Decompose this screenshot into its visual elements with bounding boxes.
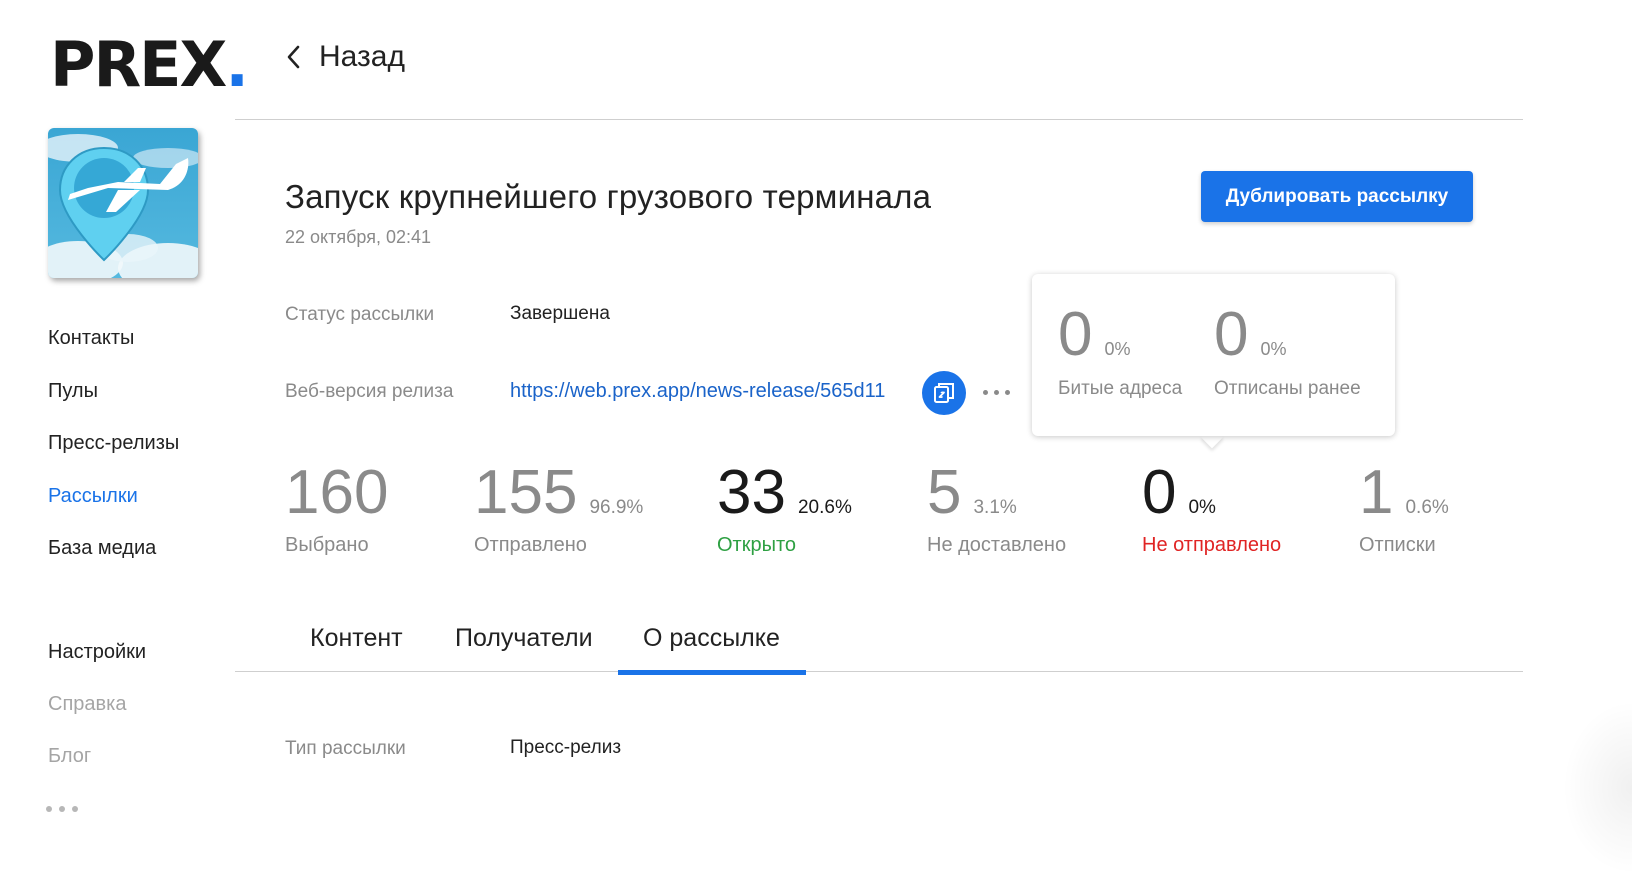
stat-percent: 0% (1188, 497, 1216, 518)
sidebar-item-contacts[interactable]: Контакты (48, 327, 134, 350)
sidebar-item-blog[interactable]: Блог (48, 745, 91, 768)
duplicate-mailing-button[interactable]: Дублировать рассылку (1201, 171, 1473, 222)
mailing-date: 22 октября, 02:41 (285, 227, 432, 247)
stat-percent: 0.6% (1405, 497, 1449, 518)
stat-sent: 155 96.9% Отправлено (474, 462, 643, 557)
mailing-type-value: Пресс-релиз (510, 737, 622, 758)
tabs-divider (235, 671, 1523, 672)
stat-value: 160 (285, 458, 389, 527)
sidebar-item-mailings[interactable]: Рассылки (48, 485, 138, 508)
chevron-left-icon (287, 45, 300, 69)
stat-label: Отписки (1359, 534, 1436, 556)
copy-link-icon (934, 383, 954, 403)
stat-broken-addresses: 0 0% Битые адреса (1058, 304, 1182, 400)
sidebar-item-media-base[interactable]: База медиа (48, 537, 156, 560)
stat-label: Битые адреса (1058, 378, 1183, 399)
scroll-shadow (1562, 700, 1632, 875)
sidebar-item-help[interactable]: Справка (48, 693, 126, 716)
tab-about-mailing[interactable]: О рассылке (643, 624, 780, 653)
stat-not-delivered: 5 3.1% Не доставлено (927, 462, 1066, 557)
stat-value: 33 (717, 458, 786, 527)
web-version-link[interactable]: https://web.prex.app/news-release/565d11 (510, 380, 885, 403)
dot-icon (46, 806, 52, 812)
dot-icon (59, 806, 65, 812)
stat-label: Открыто (717, 534, 797, 556)
stat-unsubscribed-earlier: 0 0% Отписаны ранее (1214, 304, 1361, 400)
project-avatar[interactable] (48, 128, 198, 278)
stat-label: Выбрано (285, 534, 369, 556)
stat-opened[interactable]: 33 20.6% Открыто (717, 462, 852, 557)
mailing-title: Запуск крупнейшего грузового терминала (285, 178, 932, 215)
stat-value: 5 (927, 458, 962, 527)
copy-link-button[interactable] (922, 371, 966, 415)
stat-value: 0 (1142, 458, 1177, 527)
sidebar-item-settings[interactable]: Настройки (48, 641, 146, 664)
back-button[interactable]: Назад (285, 40, 405, 74)
not-sent-details-popover: 0 0% Битые адреса 0 0% Отписаны ранее (1032, 274, 1395, 436)
tab-content[interactable]: Контент (310, 624, 403, 653)
status-label: Статус рассылки (285, 304, 435, 325)
stat-label: Не отправлено (1142, 534, 1282, 556)
logo-dot: . (225, 28, 249, 101)
mailing-type-label: Тип рассылки (285, 738, 406, 759)
page: PREX. Контакты Пулы Пресс-релизы Рассылк (0, 0, 1632, 875)
dot-icon (983, 390, 988, 395)
stat-value: 0 (1214, 300, 1249, 369)
stat-label: Отправлено (474, 534, 587, 556)
sidebar-item-press-releases[interactable]: Пресс-релизы (48, 432, 179, 455)
stat-value: 0 (1058, 300, 1093, 369)
dot-icon (72, 806, 78, 812)
prex-logo[interactable]: PREX. (50, 28, 249, 101)
stat-value: 1 (1359, 458, 1394, 527)
sidebar-item-pools[interactable]: Пулы (48, 380, 98, 403)
web-version-label: Веб-версия релиза (285, 381, 454, 402)
stat-percent: 96.9% (589, 497, 644, 518)
stat-unsubscribes: 1 0.6% Отписки (1359, 462, 1449, 557)
sidebar-more-button[interactable] (46, 806, 78, 812)
active-tab-indicator (618, 670, 806, 675)
tab-recipients[interactable]: Получатели (455, 624, 593, 653)
more-options-button[interactable] (983, 390, 1010, 395)
stat-selected: 160 Выбрано (285, 462, 400, 557)
status-value: Завершена (510, 303, 610, 324)
stat-value: 155 (474, 458, 578, 527)
dot-icon (1005, 390, 1010, 395)
stat-percent: 20.6% (797, 497, 852, 518)
stat-percent: 3.1% (973, 497, 1017, 518)
stat-percent: 0% (1104, 339, 1131, 359)
stat-label: Отписаны ранее (1214, 378, 1361, 399)
stat-not-sent[interactable]: 0 0% Не отправлено (1142, 462, 1281, 557)
header-divider (235, 119, 1523, 120)
back-label: Назад (319, 40, 405, 73)
stat-percent: 0% (1260, 339, 1287, 359)
airplane-location-icon (48, 128, 198, 278)
dot-icon (994, 390, 999, 395)
stat-label: Не доставлено (927, 534, 1067, 556)
logo-text: PREX (50, 28, 227, 101)
